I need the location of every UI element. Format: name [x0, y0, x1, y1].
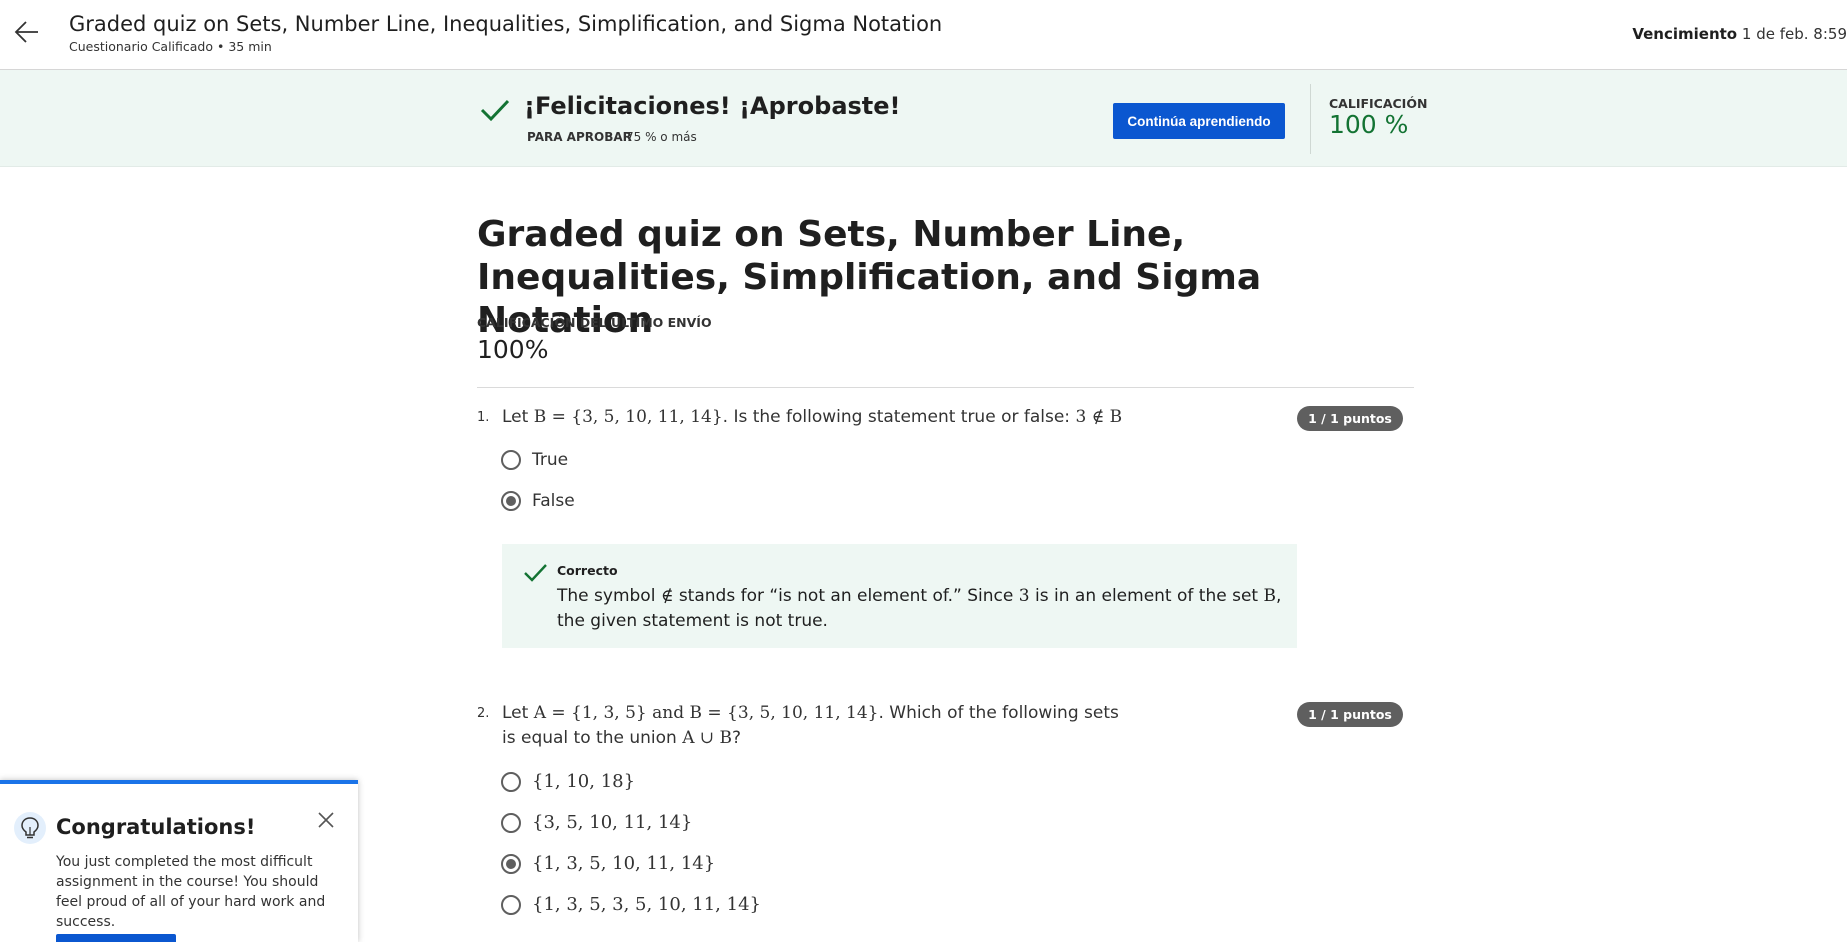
pass-value: 75 % o más — [626, 130, 697, 144]
grade-label: CALIFICACIÓN — [1329, 96, 1428, 111]
pass-banner: ¡Felicitaciones! ¡Aprobaste! PARA APROBA… — [0, 70, 1847, 167]
option-label: {1, 10, 18} — [532, 771, 636, 792]
feedback-text-part: The symbol — [557, 586, 661, 606]
math-expression: B = {3, 5, 10, 11, 14} — [533, 407, 723, 427]
math-expression: 3 ∉ B — [1075, 407, 1123, 427]
header-title: Graded quiz on Sets, Number Line, Inequa… — [69, 12, 943, 36]
radio-button-selected[interactable] — [501, 853, 521, 874]
last-grade-value: 100% — [477, 335, 549, 364]
popup-action-button[interactable] — [56, 934, 176, 942]
continue-learning-button[interactable]: Continúa aprendiendo — [1113, 103, 1285, 139]
feedback-text-part: is in an element of the set — [1029, 586, 1264, 606]
grade-value: 100 % — [1329, 110, 1409, 139]
due-date: Vencimiento 1 de feb. 8:59 — [1632, 25, 1847, 43]
close-icon[interactable] — [314, 808, 338, 832]
feedback-text-part: stands for “is not an element of.” Since — [673, 586, 1019, 606]
divider — [477, 387, 1414, 388]
question-text: Let B = {3, 5, 10, 11, 14}. Is the follo… — [502, 405, 1282, 430]
option-label: True — [532, 450, 569, 470]
answer-option[interactable]: False — [501, 491, 575, 511]
header-subtitle: Cuestionario Calificado • 35 min — [69, 39, 272, 54]
pass-label: PARA APROBAR — [527, 130, 632, 144]
math-expression: A = {1, 3, 5} — [533, 703, 647, 723]
feedback-title: Correcto — [557, 563, 618, 578]
points-badge: 1 / 1 puntos — [1297, 406, 1403, 431]
radio-button[interactable] — [501, 894, 521, 915]
last-grade-label: CALIFICACIÓN DEL ÚLTIMO ENVÍO — [477, 315, 712, 330]
question-number: 2. — [477, 706, 490, 721]
answer-option[interactable]: {1, 3, 5, 3, 5, 10, 11, 14} — [501, 894, 761, 915]
answer-option[interactable]: {3, 5, 10, 11, 14} — [501, 812, 692, 833]
math-expression: A ∪ B — [682, 728, 733, 748]
popup-text: You just completed the most difficult as… — [56, 854, 326, 930]
feedback-text: The symbol ∉ stands for “is not an eleme… — [557, 584, 1282, 634]
math-expression: and — [646, 703, 690, 723]
math-expression: B = {3, 5, 10, 11, 14} — [689, 703, 879, 723]
question-number: 1. — [477, 410, 490, 425]
due-label: Vencimiento — [1632, 25, 1738, 43]
radio-button[interactable] — [501, 450, 521, 470]
top-header: Graded quiz on Sets, Number Line, Inequa… — [0, 0, 1847, 70]
due-value: 1 de feb. 8:59 — [1741, 25, 1847, 43]
question-text-part: ? — [732, 728, 742, 748]
question-text-part: Let — [502, 407, 534, 427]
popup-title: Congratulations! — [56, 815, 256, 839]
banner-divider — [1310, 84, 1311, 154]
radio-button[interactable] — [501, 771, 521, 792]
math-expression: 3 — [1018, 586, 1030, 606]
answer-option[interactable]: {1, 3, 5, 10, 11, 14} — [501, 853, 715, 874]
back-arrow-icon[interactable] — [12, 17, 42, 47]
radio-button[interactable] — [501, 812, 521, 833]
check-icon — [522, 560, 548, 586]
math-expression: B — [1263, 586, 1276, 606]
lightbulb-icon — [14, 812, 46, 844]
question-text-part: Let — [502, 703, 534, 723]
option-label: {1, 3, 5, 10, 11, 14} — [532, 853, 716, 874]
answer-option[interactable]: True — [501, 450, 568, 470]
option-label: {3, 5, 10, 11, 14} — [532, 812, 693, 833]
option-label: False — [532, 491, 575, 511]
question-text-part: . Is the following statement true or fal… — [722, 407, 1076, 427]
feedback-box: Correcto The symbol ∉ stands for “is not… — [502, 544, 1297, 648]
option-label: {1, 3, 5, 3, 5, 10, 11, 14} — [532, 894, 761, 915]
answer-option[interactable]: {1, 10, 18} — [501, 771, 635, 792]
math-expression: ∉ — [660, 586, 674, 606]
congrats-popup: Congratulations! You just completed the … — [0, 780, 358, 942]
points-badge: 1 / 1 puntos — [1297, 702, 1403, 727]
check-icon — [479, 94, 511, 126]
question-text: Let A = {1, 3, 5} and B = {3, 5, 10, 11,… — [502, 701, 1127, 751]
radio-button-selected[interactable] — [501, 491, 521, 511]
banner-title: ¡Felicitaciones! ¡Aprobaste! — [524, 92, 901, 120]
